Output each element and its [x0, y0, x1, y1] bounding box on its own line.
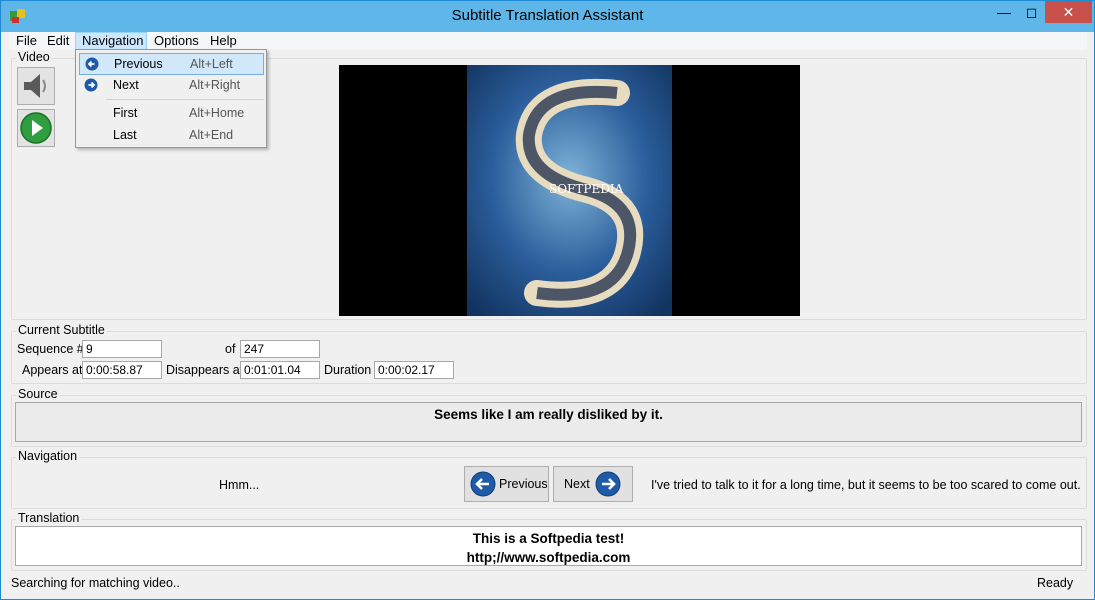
title-bar: Subtitle Translation Assistant — ◻ ✕ — [1, 1, 1094, 32]
video-player[interactable]: SOFTPEDIA — [339, 65, 800, 316]
disappears-label: Disappears at — [166, 363, 244, 377]
sequence-label: Sequence # — [17, 342, 84, 356]
previous-subtitle-preview: Hmm... — [219, 478, 260, 492]
status-ready: Ready — [1037, 576, 1074, 590]
menu-item-first[interactable]: First Alt+Home — [79, 103, 264, 125]
speaker-icon — [24, 74, 46, 98]
navigation-dropdown: Previous Alt+Left Next Alt+Right First A… — [75, 49, 267, 148]
menu-item-shortcut: Alt+Home — [189, 106, 245, 120]
arrow-left-circle-icon — [85, 57, 99, 71]
window-title: Subtitle Translation Assistant — [451, 7, 644, 24]
menu-item-label: Next — [113, 78, 139, 92]
arrow-right-circle-icon — [84, 78, 98, 92]
video-group-label: Video — [16, 50, 52, 64]
duration-field[interactable]: 0:00:02.17 — [374, 361, 454, 379]
appears-label: Appears at — [22, 363, 83, 377]
menu-item-shortcut: Alt+Left — [190, 57, 233, 71]
translation-line-1: This is a Softpedia test! — [472, 531, 625, 546]
current-subtitle-label: Current Subtitle — [16, 323, 107, 337]
menu-navigation[interactable]: Navigation — [75, 32, 147, 50]
sequence-field[interactable]: 9 — [82, 340, 162, 358]
translation-group-label: Translation — [16, 511, 82, 525]
menu-edit[interactable]: Edit — [41, 32, 75, 50]
menu-item-label: Last — [113, 128, 137, 142]
video-frame: SOFTPEDIA — [467, 65, 672, 316]
duration-label: Duration — [324, 363, 372, 377]
of-label: of — [225, 342, 236, 356]
video-frame-image: SOFTPEDIA — [467, 65, 672, 316]
app-window: Subtitle Translation Assistant — ◻ ✕ Fil… — [0, 0, 1095, 600]
minimize-button[interactable]: — — [990, 1, 1018, 23]
disappears-field[interactable]: 0:01:01.04 — [240, 361, 320, 379]
close-button[interactable]: ✕ — [1045, 1, 1092, 23]
menu-item-previous[interactable]: Previous Alt+Left — [79, 53, 264, 75]
menu-help[interactable]: Help — [204, 32, 243, 50]
menu-item-next[interactable]: Next Alt+Right — [79, 75, 264, 97]
total-field[interactable]: 247 — [240, 340, 320, 358]
next-button[interactable]: Next — [553, 466, 633, 502]
arrow-left-circle-icon — [470, 471, 496, 497]
next-subtitle-preview: I've tried to talk to it for a long time… — [651, 478, 1081, 492]
menu-item-last[interactable]: Last Alt+End — [79, 125, 264, 147]
menu-item-shortcut: Alt+Right — [189, 78, 241, 92]
maximize-button[interactable]: ◻ — [1018, 1, 1045, 23]
play-button[interactable] — [17, 109, 55, 147]
menu-separator — [106, 99, 264, 100]
video-frame-text: SOFTPEDIA — [549, 182, 624, 196]
menu-item-shortcut: Alt+End — [189, 128, 234, 142]
arrow-right-circle-icon — [595, 471, 621, 497]
previous-button-label: Previous — [499, 477, 548, 491]
source-text: Seems like I am really disliked by it. — [15, 402, 1082, 442]
menu-item-label: First — [113, 106, 138, 120]
translation-line-2: http;//www.softpedia.com — [466, 550, 631, 565]
menu-item-label: Previous — [114, 57, 163, 71]
menu-options[interactable]: Options — [148, 32, 205, 50]
navigation-group-label: Navigation — [16, 449, 80, 463]
mute-button[interactable] — [17, 67, 55, 105]
next-button-label: Next — [564, 477, 590, 491]
appears-field[interactable]: 0:00:58.87 — [82, 361, 162, 379]
status-bar: Searching for matching video.. Ready — [9, 573, 1087, 593]
menu-bar: File Edit Navigation Options Help — [9, 32, 1087, 50]
translation-input[interactable]: This is a Softpedia test! http;//www.sof… — [15, 526, 1082, 566]
status-text: Searching for matching video.. — [11, 576, 180, 590]
source-group-label: Source — [16, 387, 60, 401]
previous-button[interactable]: Previous — [464, 466, 549, 502]
play-icon — [20, 112, 52, 144]
menu-file[interactable]: File — [10, 32, 43, 50]
